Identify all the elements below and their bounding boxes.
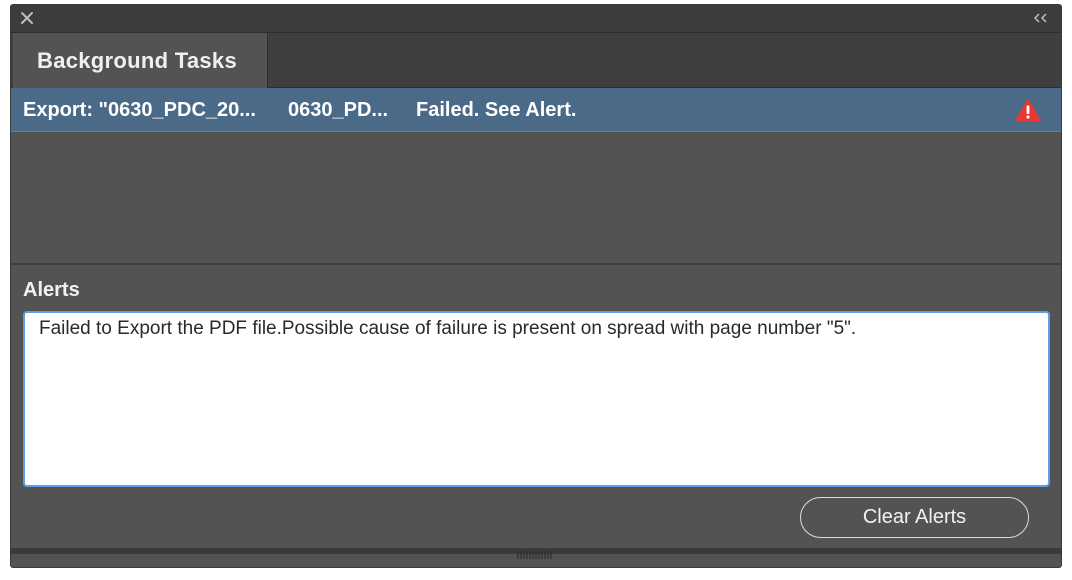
panel-titlebar <box>11 5 1061 32</box>
task-file: 0630_PD... <box>288 99 389 121</box>
warning-triangle-icon[interactable] <box>1015 98 1041 122</box>
tab-bar: Background Tasks <box>11 32 1061 89</box>
alerts-label: Alerts <box>23 279 80 301</box>
close-icon[interactable] <box>20 11 34 25</box>
task-status: Failed. See Alert. <box>416 99 577 121</box>
resize-grip-icon[interactable] <box>516 549 556 561</box>
collapse-panel-icon[interactable] <box>1033 12 1049 24</box>
background-tasks-panel: Background Tasks Export: "0630_PDC_20...… <box>10 4 1062 568</box>
task-list-area <box>11 133 1061 265</box>
tab-background-tasks[interactable]: Background Tasks <box>13 33 268 89</box>
task-name: Export: "0630_PDC_20... <box>23 99 256 121</box>
clear-alerts-button[interactable]: Clear Alerts <box>800 497 1029 538</box>
task-row[interactable]: Export: "0630_PDC_20... 0630_PD... Faile… <box>11 88 1061 132</box>
alerts-textbox[interactable]: Failed to Export the PDF file.Possible c… <box>23 311 1050 487</box>
